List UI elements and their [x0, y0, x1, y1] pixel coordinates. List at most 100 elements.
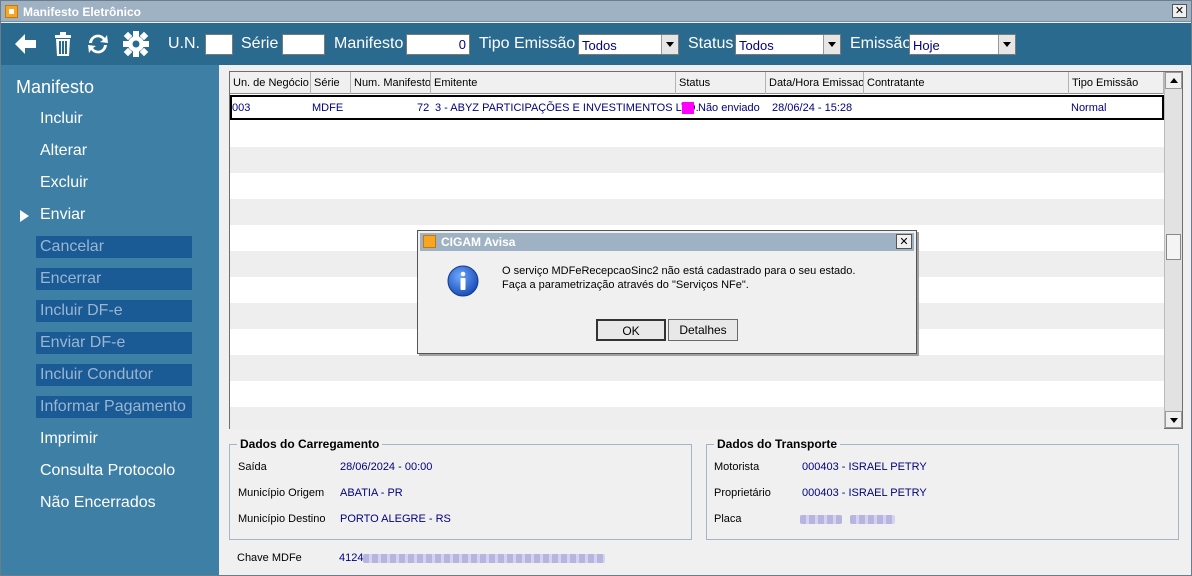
app-icon [423, 235, 436, 248]
sidebar-item-informar-pagamento[interactable]: Informar Pagamento [36, 396, 192, 418]
chave-value: 4124 [339, 552, 364, 564]
sidebar-item-nao-encerrados[interactable]: Não Encerrados [36, 492, 192, 514]
sidebar-item-enviar-dfe[interactable]: Enviar DF-e [36, 332, 192, 354]
emissao-select[interactable]: Hoje [909, 34, 1016, 55]
tipo-emissao-value: Todos [582, 38, 617, 53]
cell-status: Não enviado [698, 102, 760, 114]
tipo-emissao-select[interactable]: Todos [578, 34, 679, 55]
pointer-icon [20, 210, 29, 222]
emissao-label: Emissão [850, 35, 912, 52]
chave-redacted [363, 554, 605, 563]
motorista-value: 000403 - ISRAEL PETRY [802, 461, 927, 473]
sidebar-item-enviar[interactable]: Enviar [20, 204, 192, 226]
proprietario-label: Proprietário [714, 487, 771, 499]
cell-emitente: 3 - ABYZ PARTICIPAÇÕES E INVESTIMENTOS L… [435, 102, 699, 114]
column-header-status[interactable]: Status [676, 72, 766, 94]
grid-vertical-scrollbar[interactable] [1164, 72, 1182, 428]
chevron-down-icon[interactable] [823, 35, 840, 54]
sidebar-item-cancelar[interactable]: Cancelar [36, 236, 192, 258]
column-header-emitente[interactable]: Emitente [431, 72, 676, 94]
chave-label: Chave MDFe [237, 552, 302, 564]
tipo-emissao-label: Tipo Emissão [479, 35, 576, 52]
sidebar-item-incluir[interactable]: Incluir [36, 108, 192, 130]
window-close-button[interactable]: ✕ [1172, 4, 1187, 18]
un-label: U.N. [168, 35, 200, 52]
un-input[interactable] [205, 34, 233, 55]
trash-icon[interactable] [49, 30, 77, 58]
cell-data-hora: 28/06/24 - 15:28 [772, 102, 853, 114]
saida-value: 28/06/2024 - 00:00 [340, 461, 433, 473]
placa-redacted [850, 515, 895, 524]
serie-input[interactable] [282, 34, 325, 55]
placa-redacted [800, 515, 842, 524]
column-header-un[interactable]: Un. de Negócio [230, 72, 311, 94]
cell-tipo-emissao: Normal [1071, 102, 1107, 114]
manifesto-label: Manifesto [334, 35, 404, 52]
alert-dialog: CIGAM Avisa ✕ O serviço MDFeRecepcaoSinc… [417, 230, 917, 354]
back-arrow-icon[interactable] [11, 30, 39, 58]
sidebar-item-excluir[interactable]: Excluir [36, 172, 192, 194]
empty-row [230, 407, 1164, 429]
scroll-thumb[interactable] [1166, 234, 1181, 260]
carregamento-groupbox: Dados do Carregamento Saída 28/06/2024 -… [229, 437, 692, 540]
main-window: Manifesto Eletrônico ✕ U.N. Série Manife… [0, 0, 1192, 576]
carregamento-title: Dados do Carregamento [237, 437, 383, 451]
status-color-indicator [682, 102, 694, 114]
column-header-serie[interactable]: Série [311, 72, 351, 94]
column-header-contratante[interactable]: Contratante [864, 72, 1069, 94]
transporte-groupbox: Dados do Transporte Motorista 000403 - I… [706, 437, 1179, 540]
status-select[interactable]: Todos [735, 34, 841, 55]
scroll-up-icon[interactable] [1165, 72, 1182, 89]
motorista-label: Motorista [714, 461, 760, 473]
sidebar-item-encerrar[interactable]: Encerrar [36, 268, 192, 290]
chevron-down-icon[interactable] [998, 35, 1015, 54]
origem-label: Município Origem [238, 487, 325, 499]
chevron-down-icon[interactable] [661, 35, 678, 54]
column-header-num[interactable]: Num. Manifesto [351, 72, 431, 94]
refresh-icon[interactable] [84, 30, 112, 58]
sidebar-item-incluir-dfe[interactable]: Incluir DF-e [36, 300, 192, 322]
empty-row [230, 147, 1164, 173]
ok-button[interactable]: OK [596, 319, 666, 341]
sidebar-item-alterar[interactable]: Alterar [36, 140, 192, 162]
gear-icon[interactable] [122, 30, 150, 58]
proprietario-value: 000403 - ISRAEL PETRY [802, 487, 927, 499]
sidebar-heading: Manifesto [16, 77, 95, 97]
details-button[interactable]: Detalhes [668, 319, 738, 341]
dialog-message-line1: O serviço MDFeRecepcaoSinc2 não está cad… [502, 265, 856, 277]
empty-row [230, 199, 1164, 225]
sidebar-item-enviar-label: Enviar [40, 206, 86, 223]
dialog-title-bar: CIGAM Avisa ✕ [420, 233, 914, 251]
sidebar-item-consulta-protocolo[interactable]: Consulta Protocolo [36, 460, 192, 482]
cell-num: 72 [417, 102, 430, 114]
window-title: Manifesto Eletrônico [23, 5, 142, 19]
table-row[interactable]: 003 MDFE 72 3 - ABYZ PARTICIPAÇÕES E INV… [230, 95, 1164, 120]
destino-label: Município Destino [238, 513, 326, 525]
origem-value: ABATIA - PR [340, 487, 403, 499]
cell-serie: MDFE [312, 102, 344, 114]
title-bar: Manifesto Eletrônico ✕ [1, 1, 1191, 22]
status-value: Todos [739, 38, 774, 53]
scroll-down-icon[interactable] [1165, 411, 1182, 428]
dialog-title: CIGAM Avisa [441, 235, 516, 249]
grid-header: Un. de Negócio Série Num. Manifesto Emit… [230, 72, 1164, 94]
emissao-value: Hoje [913, 38, 940, 53]
column-header-tipo-emissao[interactable]: Tipo Emissão [1069, 72, 1164, 94]
destino-value: PORTO ALEGRE - RS [340, 513, 451, 525]
dialog-message-line2: Faça a parametrização através do "Serviç… [502, 279, 749, 291]
empty-row [230, 355, 1164, 381]
cell-un: 003 [232, 102, 251, 114]
saida-label: Saída [238, 461, 267, 473]
manifesto-input[interactable]: 0 [406, 34, 470, 55]
sidebar-item-imprimir[interactable]: Imprimir [36, 428, 192, 450]
column-header-data-hora[interactable]: Data/Hora Emissao [766, 72, 864, 94]
toolbar: U.N. Série Manifesto 0 Tipo Emissão Todo… [1, 23, 1191, 65]
serie-label: Série [241, 35, 279, 52]
transporte-title: Dados do Transporte [714, 437, 841, 451]
sidebar-item-incluir-condutor[interactable]: Incluir Condutor [36, 364, 192, 386]
placa-label: Placa [714, 513, 742, 525]
info-icon [447, 265, 479, 297]
dialog-close-button[interactable]: ✕ [896, 234, 912, 249]
dialog-message: O serviço MDFeRecepcaoSinc2 não está cad… [502, 264, 855, 292]
app-icon [5, 5, 18, 18]
